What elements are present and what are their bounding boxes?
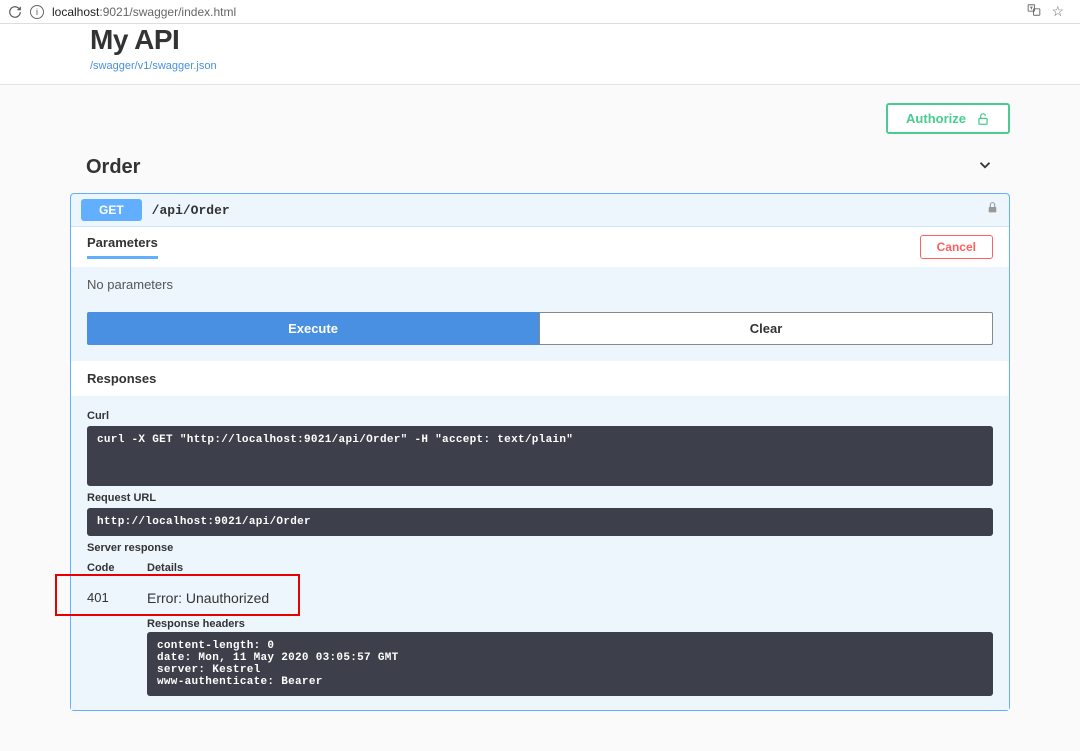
authorize-button[interactable]: Authorize <box>886 103 1010 134</box>
response-row-401: 401 Error: Unauthorized Response headers… <box>87 578 993 702</box>
operation-summary[interactable]: GET /api/Order <box>71 194 1009 226</box>
reload-icon[interactable] <box>6 3 24 21</box>
request-url-output[interactable]: http://localhost:9021/api/Order <box>87 508 993 536</box>
parameters-title: Parameters <box>87 235 158 259</box>
request-url-label: Request URL <box>87 492 993 504</box>
star-icon[interactable]: ☆ <box>1051 3 1064 20</box>
operation-get-order: GET /api/Order Parameters Cancel No para… <box>70 193 1010 711</box>
cancel-button[interactable]: Cancel <box>920 235 993 259</box>
translate-icon[interactable] <box>1027 3 1041 20</box>
chevron-down-icon <box>976 156 994 179</box>
method-badge: GET <box>81 199 142 221</box>
lock-icon <box>986 201 999 219</box>
parameters-body: No parameters <box>71 267 1009 302</box>
operation-path: /api/Order <box>152 203 976 218</box>
url-text[interactable]: localhost:9021/swagger/index.html <box>50 5 1027 19</box>
swagger-topbar: My API /swagger/v1/swagger.json <box>0 24 1080 85</box>
tag-order[interactable]: Order <box>70 146 1010 189</box>
swagger-json-link[interactable]: /swagger/v1/swagger.json <box>90 60 217 72</box>
curl-label: Curl <box>87 410 993 422</box>
response-code: 401 <box>87 584 147 696</box>
tag-title: Order <box>86 156 140 179</box>
curl-output[interactable]: curl -X GET "http://localhost:9021/api/O… <box>87 426 993 486</box>
responses-header: Responses <box>71 361 1009 396</box>
execute-button[interactable]: Execute <box>87 312 539 345</box>
server-response-label: Server response <box>87 542 993 554</box>
response-headers-label: Response headers <box>147 618 993 630</box>
clear-button[interactable]: Clear <box>539 312 993 345</box>
response-headers-output[interactable]: content-length: 0 date: Mon, 11 May 2020… <box>147 632 993 696</box>
info-icon[interactable]: i <box>30 5 44 19</box>
details-column-header: Details <box>147 562 183 574</box>
parameters-header: Parameters Cancel <box>71 227 1009 267</box>
api-title: My API <box>90 24 990 56</box>
responses-title: Responses <box>87 371 993 386</box>
browser-address-bar: i localhost:9021/swagger/index.html ☆ <box>0 0 1080 24</box>
response-error: Error: Unauthorized <box>147 584 993 612</box>
code-column-header: Code <box>87 562 147 574</box>
lock-open-icon <box>976 112 990 126</box>
authorize-label: Authorize <box>906 111 966 126</box>
